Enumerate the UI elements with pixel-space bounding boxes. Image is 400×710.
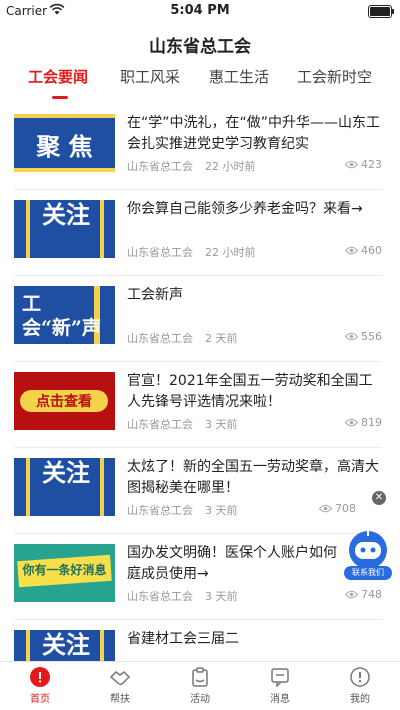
thumbnail-text: 点击查看 xyxy=(36,394,92,410)
article-time: 3 天前 xyxy=(205,504,238,517)
article-time: 22 小时前 xyxy=(205,246,256,259)
status-bar: Carrier 5:04 PM xyxy=(0,0,400,22)
article-thumbnail: 关注 xyxy=(14,630,115,664)
view-count: 423 xyxy=(345,158,382,171)
article-thumbnail: 关注 xyxy=(14,200,115,258)
nav-home-label: 首页 xyxy=(30,694,50,705)
view-count: 460 xyxy=(345,244,382,257)
view-count: 819 xyxy=(345,416,382,429)
article-title: 你会算自己能领多少养老金吗？来看→ xyxy=(127,201,363,217)
article-thumbnail: 聚 焦 xyxy=(14,114,115,172)
nav-activities-label: 活动 xyxy=(190,694,210,705)
tab-worker-style[interactable]: 职工风采 xyxy=(120,66,180,87)
article-meta: 山东省总工会 3 天前 708 xyxy=(127,502,382,518)
thumbnail-text: 关注 xyxy=(42,200,90,229)
article-source: 山东省总工会 xyxy=(127,504,193,517)
nav-activities[interactable]: 活动 xyxy=(170,666,230,705)
article-meta: 山东省总工会 3 天前 748 xyxy=(127,588,382,604)
eye-icon xyxy=(345,590,358,599)
article-title: 工会新声 xyxy=(127,287,183,303)
tab-welfare-life[interactable]: 惠工生活 xyxy=(209,66,269,87)
message-icon xyxy=(271,668,289,688)
tab-news[interactable]: 工会要闻 xyxy=(28,66,88,87)
nav-assist-label: 帮扶 xyxy=(110,694,130,705)
article-item[interactable]: 点击查看 官宣！2021年全国五一劳动奖和全国工人先锋号评选情况来啦！ 山东省总… xyxy=(0,362,400,448)
nav-messages[interactable]: 消息 xyxy=(250,666,310,705)
view-count: 556 xyxy=(345,330,382,343)
article-item[interactable]: 工会“新”声 工会新声 山东省总工会 2 天前 556 xyxy=(0,276,400,362)
view-count-value: 708 xyxy=(335,502,356,515)
article-source: 山东省总工会 xyxy=(127,418,193,431)
article-title: 太炫了！新的全国五一劳动奖章，高清大图揭秘美在哪里！ xyxy=(127,459,379,496)
view-count: 708 xyxy=(319,502,356,515)
article-item[interactable]: 你有一条好消息 国办发文明确！医保个人账户如何庭成员使用→ 山东省总工会 3 天… xyxy=(0,534,400,620)
article-meta: 山东省总工会 22 小时前 460 xyxy=(127,244,382,260)
battery-icon xyxy=(368,5,394,18)
view-count-value: 819 xyxy=(361,416,382,429)
bottom-nav: 首页 帮扶 活动 消息 我的 xyxy=(0,661,400,710)
article-thumbnail: 工会“新”声 xyxy=(14,286,115,344)
view-count: 748 xyxy=(345,588,382,601)
view-count-value: 556 xyxy=(361,330,382,343)
article-item[interactable]: 聚 焦 在“学”中洗礼，在“做”中升华——山东工会扎实推进党史学习教育纪实 山东… xyxy=(0,104,400,190)
category-tabs: 工会要闻 职工风采 惠工生活 工会新时空 xyxy=(0,66,400,104)
article-source: 山东省总工会 xyxy=(127,332,193,345)
eye-icon xyxy=(345,160,358,169)
article-thumbnail: 关注 xyxy=(14,458,115,516)
article-item[interactable]: 关注 太炫了！新的全国五一劳动奖章，高清大图揭秘美在哪里！ 山东省总工会 3 天… xyxy=(0,448,400,534)
article-source: 山东省总工会 xyxy=(127,590,193,603)
article-title: 省建材工会三届二 xyxy=(127,631,239,647)
article-time: 3 天前 xyxy=(205,590,238,603)
page-title: 山东省总工会 xyxy=(149,37,251,57)
article-list: 聚 焦 在“学”中洗礼，在“做”中升华——山东工会扎实推进党史学习教育纪实 山东… xyxy=(0,104,400,664)
eye-icon xyxy=(345,246,358,255)
article-time: 2 天前 xyxy=(205,332,238,345)
handshake-icon xyxy=(109,671,131,686)
article-time: 3 天前 xyxy=(205,418,238,431)
contact-us-label[interactable]: 联系我们 xyxy=(344,566,392,580)
nav-profile[interactable]: 我的 xyxy=(330,666,390,705)
view-count-value: 748 xyxy=(361,588,382,601)
article-item[interactable]: 关注 你会算自己能领多少养老金吗？来看→ 山东省总工会 22 小时前 460 xyxy=(0,190,400,276)
nav-messages-label: 消息 xyxy=(270,694,290,705)
active-tab-indicator xyxy=(52,96,68,99)
thumbnail-text: 工会“新”声 xyxy=(22,293,101,339)
article-time: 22 小时前 xyxy=(205,160,256,173)
article-item[interactable]: 关注 省建材工会三届二 xyxy=(0,620,400,664)
thumbnail-text: 关注 xyxy=(42,630,90,659)
eye-icon xyxy=(345,332,358,341)
article-source: 山东省总工会 xyxy=(127,246,193,259)
thumbnail-text: 关注 xyxy=(42,458,90,487)
article-thumbnail: 点击查看 xyxy=(14,372,115,430)
article-title: 官宣！2021年全国五一劳动奖和全国工人先锋号评选情况来啦！ xyxy=(127,373,373,410)
eye-icon xyxy=(345,418,358,427)
view-count-value: 460 xyxy=(361,244,382,257)
nav-profile-label: 我的 xyxy=(350,694,370,705)
thumbnail-text: 你有一条好消息 xyxy=(22,563,107,577)
clock: 5:04 PM xyxy=(170,3,230,18)
article-meta: 山东省总工会 2 天前 556 xyxy=(127,330,382,346)
home-icon xyxy=(30,667,50,687)
article-thumbnail: 你有一条好消息 xyxy=(14,544,115,602)
view-count-value: 423 xyxy=(361,158,382,171)
profile-icon xyxy=(350,667,370,687)
eye-icon xyxy=(319,504,332,513)
article-meta: 山东省总工会 22 小时前 423 xyxy=(127,158,382,174)
nav-home[interactable]: 首页 xyxy=(10,666,70,705)
assistant-close-button[interactable]: ✕ xyxy=(372,491,386,505)
article-title: 在“学”中洗礼，在“做”中升华——山东工会扎实推进党史学习教育纪实 xyxy=(127,115,381,152)
article-meta: 山东省总工会 3 天前 819 xyxy=(127,416,382,432)
article-source: 山东省总工会 xyxy=(127,160,193,173)
clipboard-icon xyxy=(192,667,208,687)
article-title: 国办发文明确！医保个人账户如何庭成员使用→ xyxy=(127,545,337,582)
tab-new-era[interactable]: 工会新时空 xyxy=(297,66,372,87)
nav-assist[interactable]: 帮扶 xyxy=(90,666,150,705)
thumbnail-text: 聚 焦 xyxy=(36,132,93,161)
